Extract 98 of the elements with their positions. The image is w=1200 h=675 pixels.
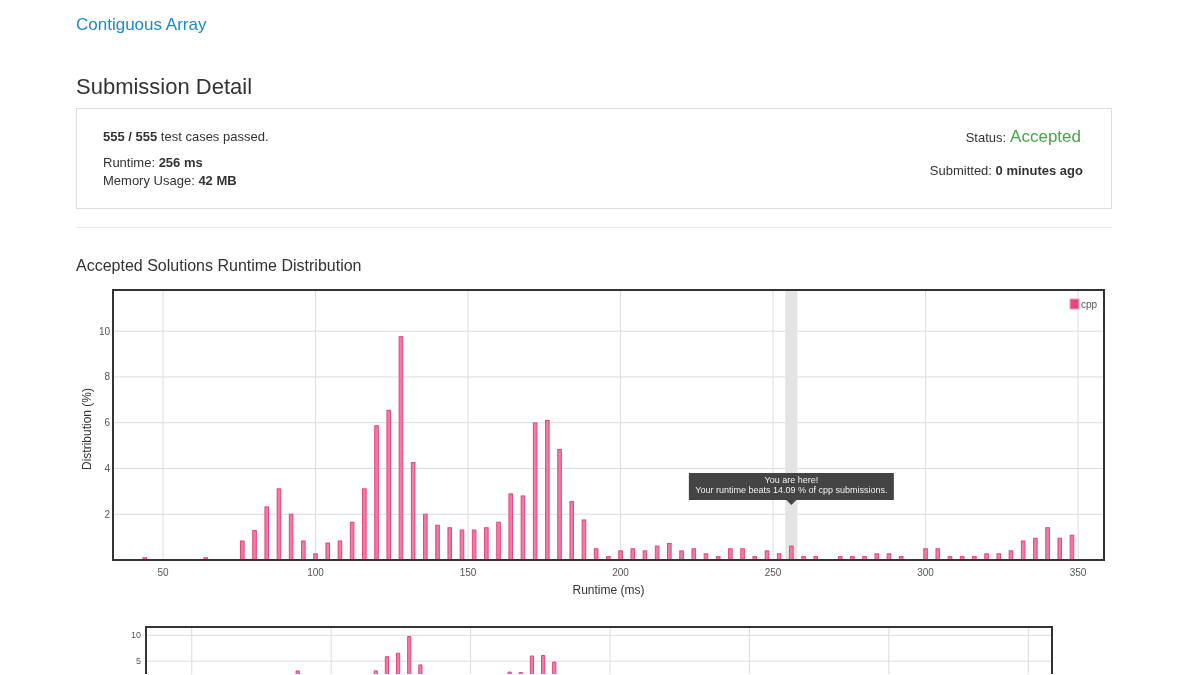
histogram-bar xyxy=(384,656,390,674)
histogram-bar xyxy=(1069,534,1075,561)
histogram-bar xyxy=(471,529,477,561)
histogram-bar xyxy=(959,556,965,561)
histogram-bar xyxy=(850,556,855,561)
submitted-text: Submitted: 0 minutes ago xyxy=(929,163,1083,178)
test-cases-text: 555 / 555 test cases passed. xyxy=(103,129,269,144)
histogram-bar xyxy=(396,652,401,674)
histogram-bar xyxy=(435,524,440,561)
histogram-bar xyxy=(606,556,611,561)
histogram-bar xyxy=(886,553,892,561)
axis-tick-label: 100 xyxy=(307,566,324,578)
histogram-bar xyxy=(569,501,575,561)
histogram-bar xyxy=(618,550,623,561)
histogram-bar xyxy=(679,550,684,561)
histogram-bar xyxy=(418,664,423,674)
histogram-bar xyxy=(337,540,343,561)
runtime-text: Runtime: 256 ms xyxy=(103,155,203,170)
histogram-bar xyxy=(801,556,806,561)
histogram-bar xyxy=(1045,527,1050,561)
histogram-bar xyxy=(423,513,428,561)
axis-tick-label: 4 xyxy=(104,462,110,474)
axis-tick-label: 150 xyxy=(459,566,477,578)
histogram-bar xyxy=(142,557,147,561)
histogram-bar xyxy=(715,556,721,561)
tooltip-text: You are here! xyxy=(764,475,819,485)
axis-tick-label: 10 xyxy=(131,630,141,641)
y-axis-title: Distribution (%) xyxy=(80,388,94,470)
histogram-bar xyxy=(691,548,697,561)
memory-text: Memory Usage: 42 MB xyxy=(103,173,237,188)
histogram-bar xyxy=(301,540,306,561)
legend-label: cpp xyxy=(1081,298,1098,310)
histogram-bar xyxy=(898,556,904,561)
histogram-bar xyxy=(407,636,412,674)
histogram-bar xyxy=(240,540,245,561)
axis-tick-label: 6 xyxy=(104,417,110,429)
axis-tick-label: 300 xyxy=(917,566,934,578)
histogram-bar xyxy=(813,556,819,561)
problem-link[interactable]: Contiguous Array xyxy=(76,15,207,35)
histogram-bar xyxy=(541,654,546,674)
axis-tick-label: 10 xyxy=(98,325,110,337)
histogram-bar xyxy=(789,545,794,561)
histogram-bar xyxy=(1057,537,1063,561)
histogram-bar xyxy=(947,556,953,561)
histogram-bar xyxy=(529,655,535,674)
histogram-bar xyxy=(984,553,989,561)
axis-tick-label: 8 xyxy=(104,371,110,383)
histogram-bar xyxy=(1008,550,1014,561)
histogram-bar xyxy=(264,506,270,561)
histogram-bar xyxy=(630,548,636,561)
histogram-bar xyxy=(642,550,648,561)
histogram-bar xyxy=(740,548,745,561)
histogram-bar xyxy=(508,493,514,561)
histogram-bar xyxy=(484,527,489,561)
histogram-bar xyxy=(593,548,599,561)
histogram-bar xyxy=(752,556,758,561)
histogram-bar xyxy=(496,521,501,561)
histogram-bar xyxy=(520,495,526,561)
axis-tick-label: 350 xyxy=(1069,566,1087,578)
histogram-bar xyxy=(325,542,331,561)
histogram-bar xyxy=(1033,537,1038,561)
tooltip-text: Your runtime beats 14.09 % of cpp submissions. xyxy=(695,484,888,495)
status-label: Status: xyxy=(965,130,1007,145)
histogram-bar xyxy=(728,548,733,561)
page-title: Submission Detail xyxy=(76,74,254,100)
histogram-bar xyxy=(837,556,843,561)
histogram-bar xyxy=(373,670,378,674)
axis-tick-label: 50 xyxy=(157,566,169,578)
histogram-bar xyxy=(507,671,512,674)
histogram-bar xyxy=(447,527,453,561)
histogram-bar xyxy=(654,545,660,561)
histogram-bar xyxy=(313,553,318,561)
histogram-bar xyxy=(703,553,709,561)
histogram-bar xyxy=(667,543,672,561)
histogram-bar xyxy=(923,548,928,561)
histogram-bar xyxy=(288,513,294,561)
histogram-bar xyxy=(295,670,300,674)
axis-tick-label: 200 xyxy=(612,566,629,578)
axis-tick-label: 5 xyxy=(136,656,141,667)
axis-tick-label: 2 xyxy=(104,508,110,520)
section-title: Accepted Solutions Runtime Distribution xyxy=(76,256,363,276)
histogram-bar xyxy=(349,521,355,561)
histogram-bar xyxy=(459,529,465,561)
axis-tick-label: 250 xyxy=(764,566,782,578)
histogram-bar xyxy=(776,553,782,561)
histogram-bar xyxy=(252,530,257,561)
x-axis-title: Runtime (ms) xyxy=(572,583,645,597)
histogram-bar xyxy=(935,548,941,561)
histogram-bar xyxy=(764,550,770,561)
histogram-bar xyxy=(203,557,209,561)
histogram-bar xyxy=(972,556,977,561)
histogram-bar xyxy=(996,553,1002,561)
histogram-bar xyxy=(1020,540,1026,561)
histogram-bar xyxy=(874,553,880,561)
status-value: Accepted xyxy=(1010,127,1081,147)
histogram-bar xyxy=(862,556,867,561)
histogram-bar xyxy=(581,519,587,561)
histogram-bar xyxy=(552,661,557,674)
